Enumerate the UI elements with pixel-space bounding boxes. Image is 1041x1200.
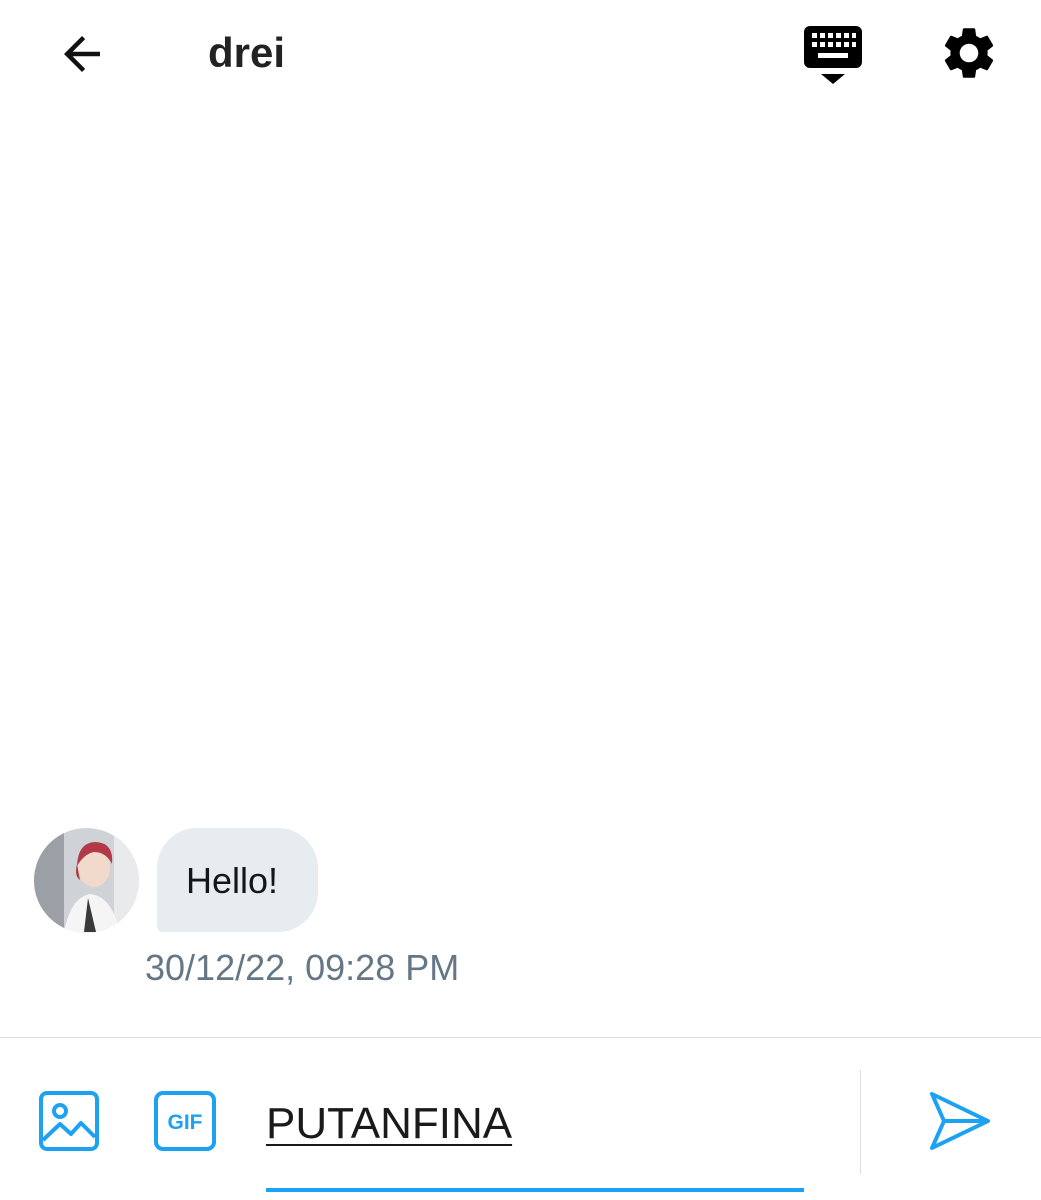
- settings-button[interactable]: [938, 22, 1004, 84]
- message-input[interactable]: PUTANFINA: [266, 1096, 804, 1156]
- send-icon: [930, 1092, 990, 1150]
- message-text: Hello!: [186, 860, 279, 901]
- message-timestamp: 30/12/22, 09:28 PM: [145, 947, 460, 988]
- page-title: drei: [208, 29, 286, 76]
- avatar[interactable]: [34, 828, 139, 933]
- input-underline: [266, 1188, 804, 1192]
- gif-icon: GIF: [154, 1091, 216, 1151]
- gif-icon-label: GIF: [168, 1111, 203, 1134]
- add-image-button[interactable]: [38, 1090, 100, 1152]
- send-divider: [860, 1070, 861, 1174]
- conversation-header: drei: [0, 0, 1041, 110]
- composer-divider: [0, 1037, 1041, 1038]
- send-button[interactable]: [926, 1088, 992, 1154]
- keyboard-toggle-button[interactable]: [798, 22, 868, 88]
- add-gif-button[interactable]: GIF: [153, 1090, 217, 1152]
- image-icon: [39, 1091, 99, 1151]
- avatar-image: [34, 828, 139, 933]
- message-bubble[interactable]: Hello!: [157, 828, 318, 932]
- back-arrow-icon: [64, 36, 100, 72]
- back-button[interactable]: [52, 24, 112, 84]
- keyboard-icon: [804, 26, 862, 84]
- gear-icon: [944, 28, 994, 78]
